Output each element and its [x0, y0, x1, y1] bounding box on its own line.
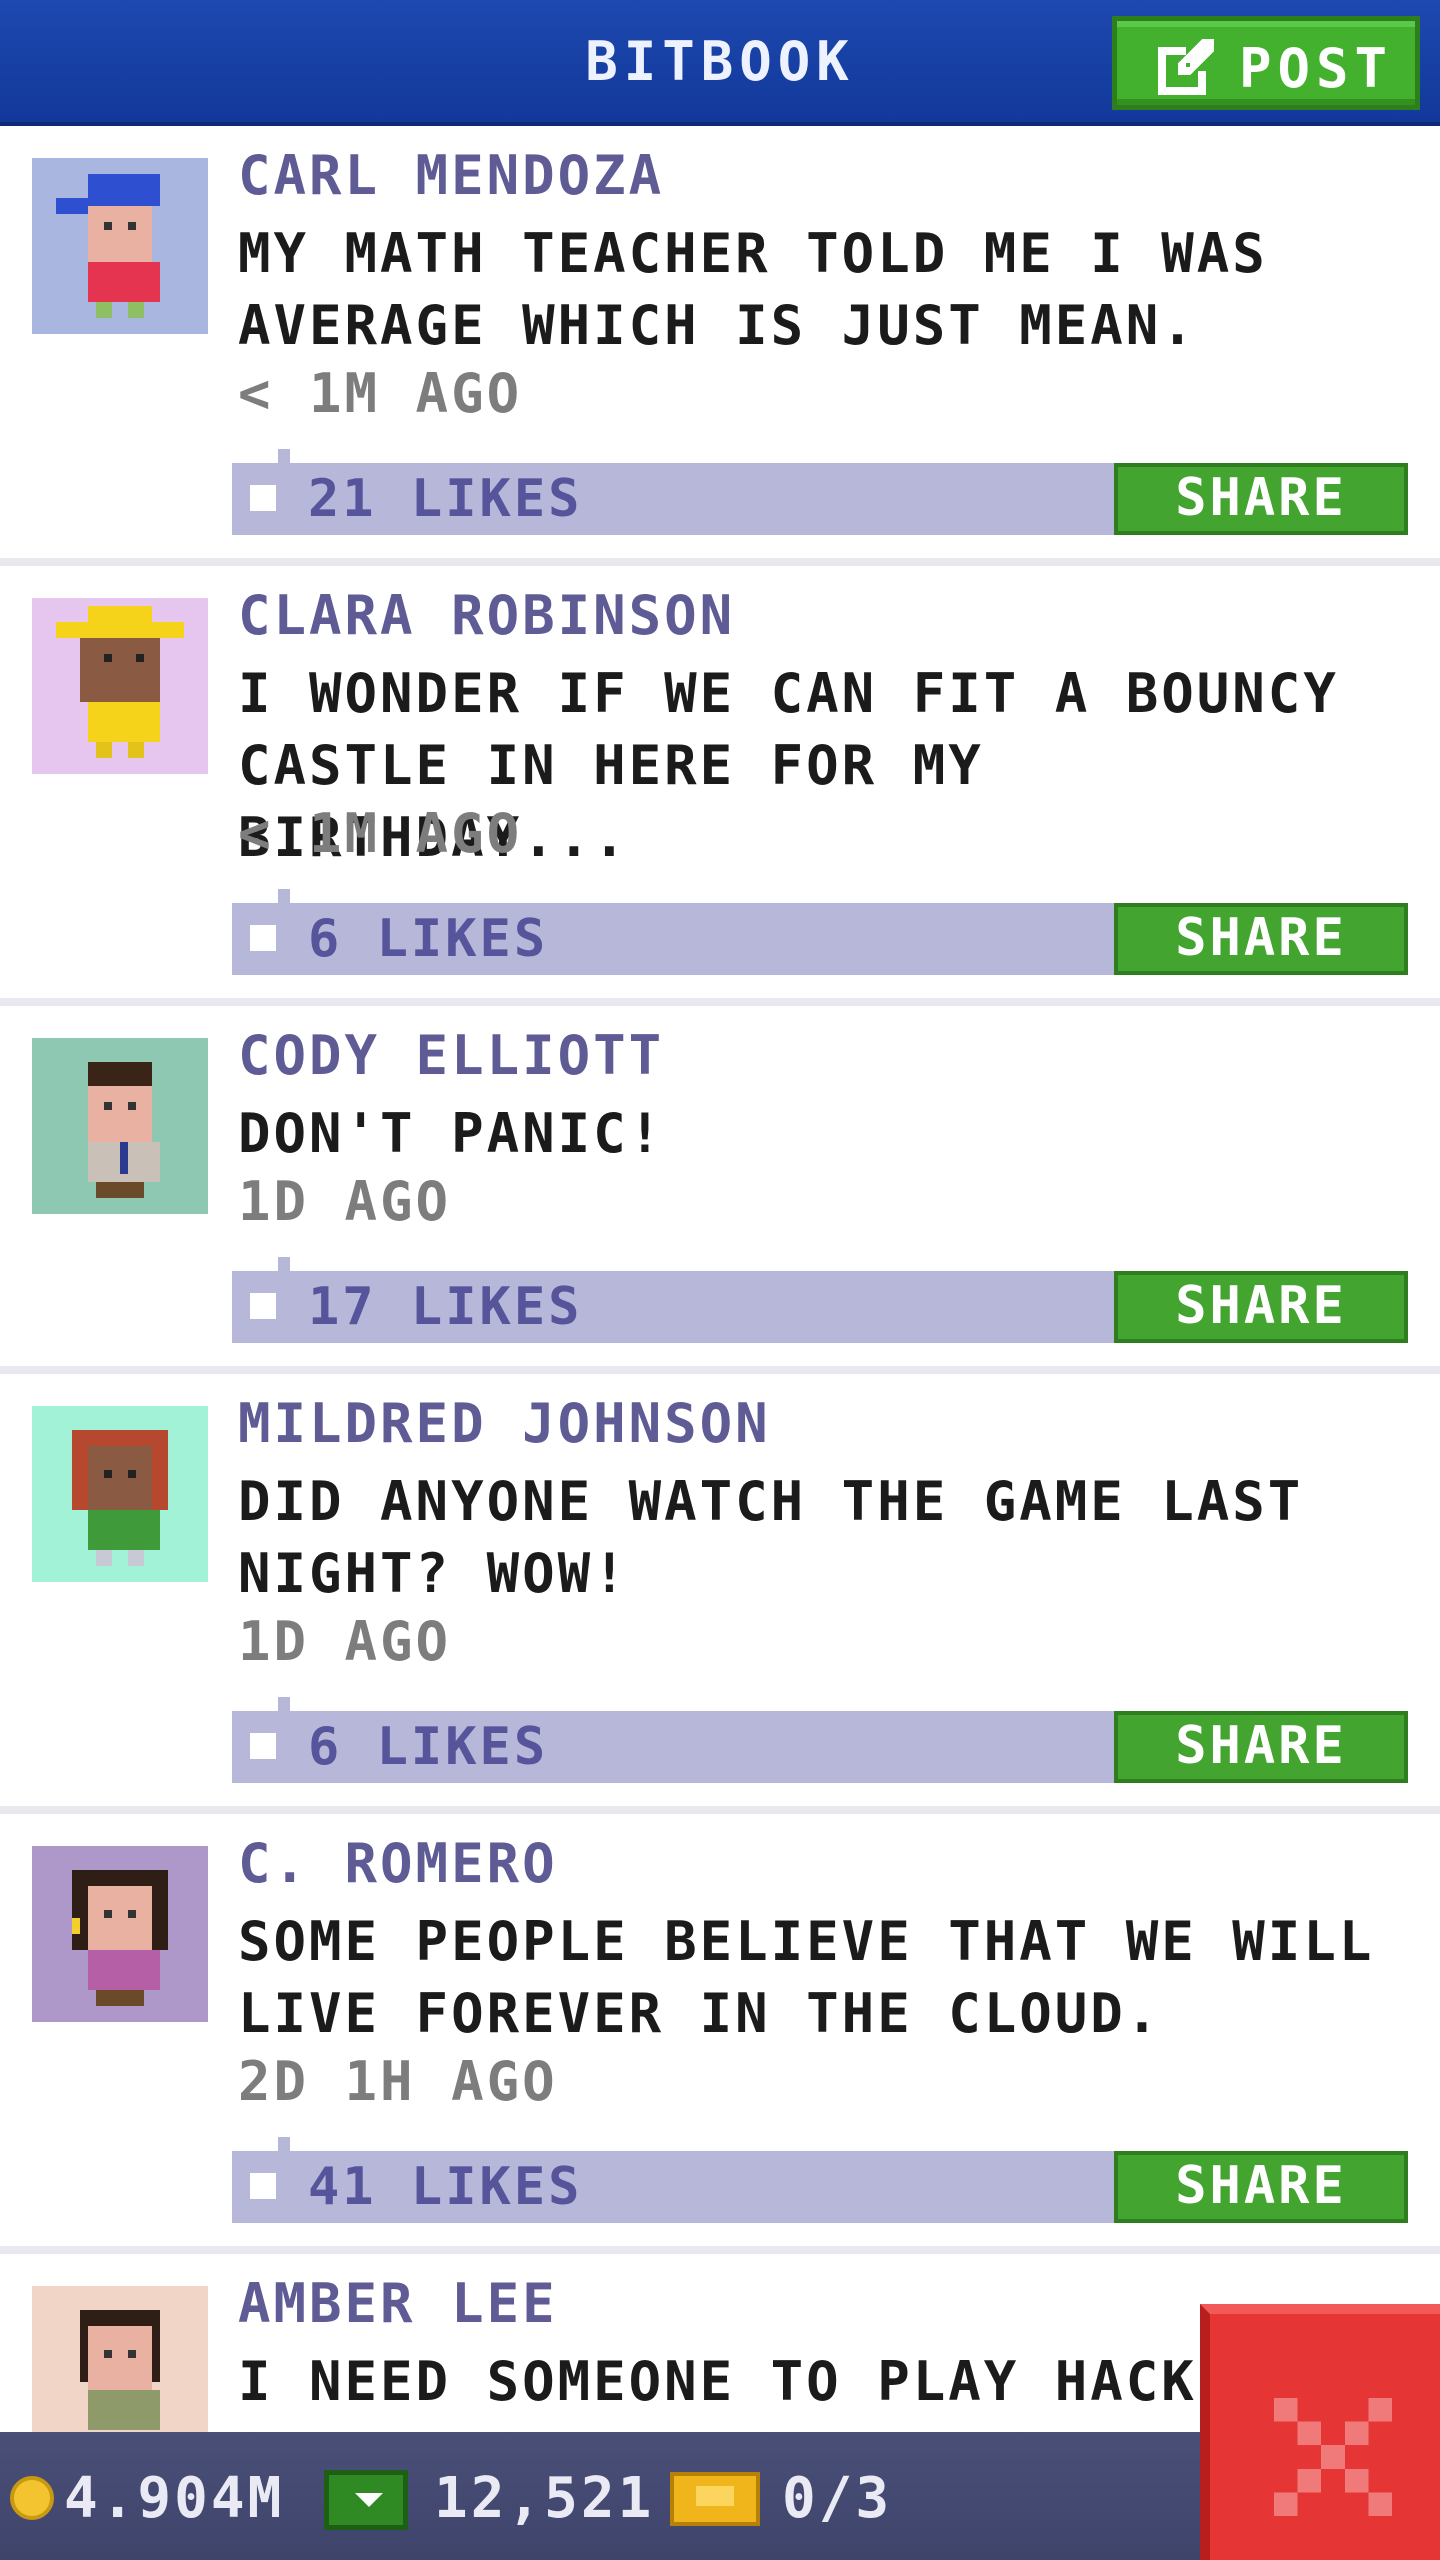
- share-button[interactable]: SHARE: [1114, 463, 1408, 535]
- avatar: [32, 158, 208, 334]
- avatar: [32, 1038, 208, 1214]
- post-author[interactable]: C. ROMERO: [238, 1832, 558, 1895]
- like-icon[interactable]: [250, 1733, 276, 1759]
- post-message: DON'T PANIC!: [238, 1102, 665, 1165]
- avatar-cody: [32, 1038, 208, 1214]
- close-button[interactable]: [1200, 2304, 1440, 2560]
- likes-count: 17 LIKES: [308, 1277, 583, 1337]
- coins-value: 4.904M: [64, 2466, 285, 2531]
- post-author[interactable]: CODY ELLIOTT: [238, 1024, 664, 1087]
- feed-list: CARL MENDOZA MY MATH TEACHER TOLD ME I W…: [0, 126, 1440, 2554]
- like-icon[interactable]: [250, 925, 276, 951]
- post-timestamp: < 1M AGO: [238, 802, 523, 865]
- post-author[interactable]: MILDRED JOHNSON: [238, 1392, 771, 1455]
- close-icon: [1274, 2398, 1392, 2516]
- feed-post: CLARA ROBINSON I WONDER IF WE CAN FIT A …: [0, 566, 1440, 1006]
- post-button[interactable]: POST: [1112, 16, 1420, 110]
- like-icon[interactable]: [250, 2173, 276, 2199]
- share-button[interactable]: SHARE: [1114, 1711, 1408, 1783]
- post-timestamp: 1D AGO: [238, 1170, 452, 1233]
- like-icon[interactable]: [250, 485, 276, 511]
- post-author[interactable]: AMBER LEE: [238, 2272, 558, 2335]
- feed-post: CODY ELLIOTT DON'T PANIC! 1D AGO 17 LIKE…: [0, 1006, 1440, 1374]
- avatar: [32, 598, 208, 774]
- feed-post: C. ROMERO SOME PEOPLE BELIEVE THAT WE WI…: [0, 1814, 1440, 2254]
- avatar: [32, 1846, 208, 2022]
- likes-count: 6 LIKES: [308, 909, 549, 969]
- like-bar: 6 LIKES SHARE: [232, 889, 1408, 975]
- post-author[interactable]: CLARA ROBINSON: [238, 584, 735, 647]
- coin-icon: [10, 2476, 54, 2520]
- avatar-romero: [32, 1846, 208, 2022]
- like-bar: 21 LIKES SHARE: [232, 449, 1408, 535]
- cash-icon[interactable]: [324, 2470, 408, 2530]
- edit-icon: [1158, 39, 1214, 95]
- feed-post: MILDRED JOHNSON DID ANYONE WATCH THE GAM…: [0, 1374, 1440, 1814]
- likes-count: 21 LIKES: [308, 469, 583, 529]
- avatar-mildred: [32, 1406, 208, 1582]
- post-timestamp: 2D 1H AGO: [238, 2050, 558, 2113]
- post-button-label: POST: [1239, 37, 1394, 100]
- post-message: SOME PEOPLE BELIEVE THAT WE WILL LIVE FO…: [238, 1910, 1375, 2045]
- share-button[interactable]: SHARE: [1114, 903, 1408, 975]
- ticket-icon[interactable]: [670, 2472, 760, 2526]
- post-message: MY MATH TEACHER TOLD ME I WAS AVERAGE WH…: [238, 222, 1268, 357]
- avatar-carl: [32, 158, 208, 334]
- like-bar: 6 LIKES SHARE: [232, 1697, 1408, 1783]
- avatar: [32, 1406, 208, 1582]
- likes-count: 41 LIKES: [308, 2157, 583, 2217]
- cash-value: 12,521: [434, 2466, 655, 2531]
- avatar-clara: [32, 598, 208, 774]
- like-bar: 17 LIKES SHARE: [232, 1257, 1408, 1343]
- header-bar: BITBOOK POST: [0, 0, 1440, 126]
- post-message: DID ANYONE WATCH THE GAME LAST NIGHT? WO…: [238, 1470, 1304, 1605]
- post-timestamp: < 1M AGO: [238, 362, 523, 425]
- tickets-value: 0/3: [782, 2466, 893, 2531]
- like-icon[interactable]: [250, 1293, 276, 1319]
- likes-count: 6 LIKES: [308, 1717, 549, 1777]
- share-button[interactable]: SHARE: [1114, 1271, 1408, 1343]
- post-timestamp: 1D AGO: [238, 1610, 452, 1673]
- like-bar: 41 LIKES SHARE: [232, 2137, 1408, 2223]
- post-author[interactable]: CARL MENDOZA: [238, 144, 664, 207]
- feed-post: CARL MENDOZA MY MATH TEACHER TOLD ME I W…: [0, 126, 1440, 566]
- share-button[interactable]: SHARE: [1114, 2151, 1408, 2223]
